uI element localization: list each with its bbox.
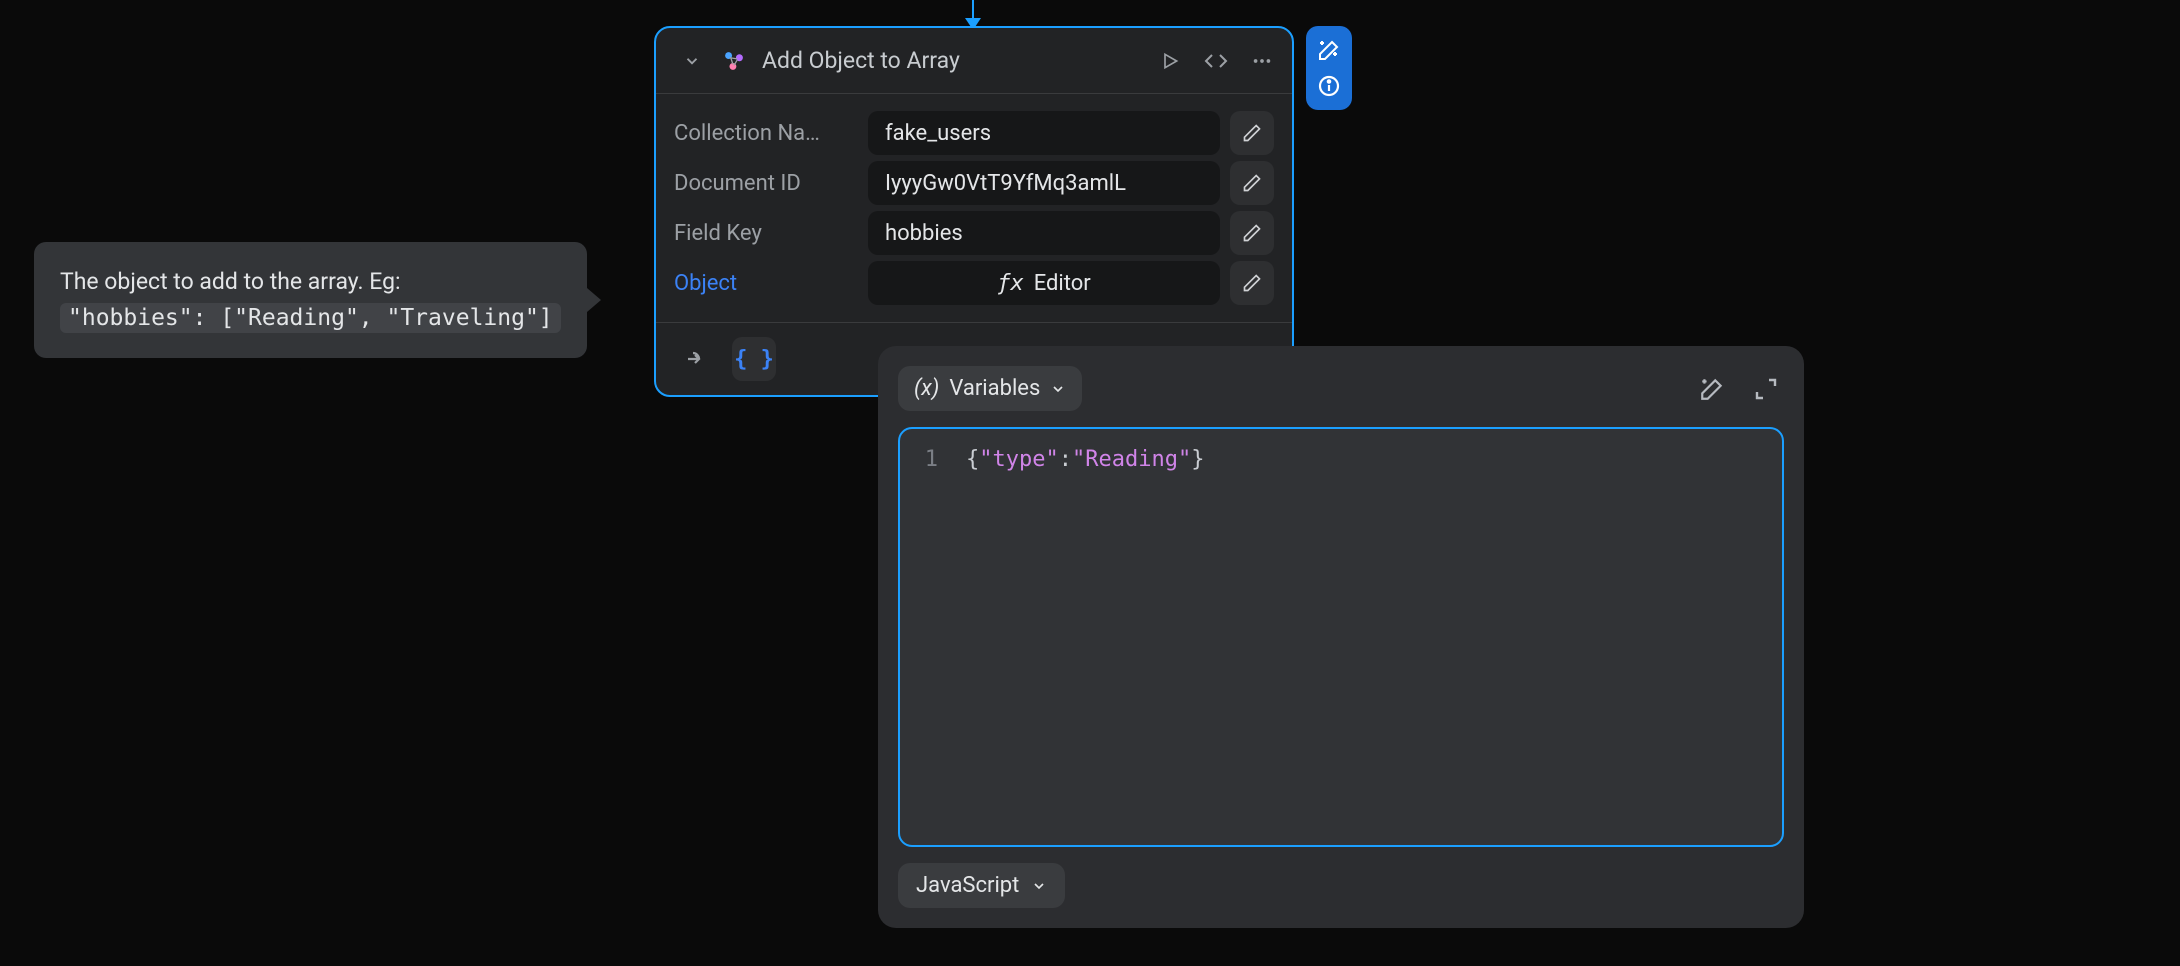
language-dropdown[interactable]: JavaScript [898,863,1065,908]
field-key-input[interactable]: hobbies [868,211,1220,255]
variables-dropdown[interactable]: (x) Variables [898,366,1082,411]
edit-collection-button[interactable] [1230,111,1274,155]
run-button[interactable] [1152,43,1188,79]
node-title: Add Object to Array [762,47,1142,74]
field-label: Object [674,271,858,296]
code-editor-panel: (x) Variables 1 {"type":"Reading"} JavaS… [878,346,1804,928]
field-row-document: Document ID IyyyGw0VtT9YfMq3amlL [674,158,1274,208]
edit-document-button[interactable] [1230,161,1274,205]
field-row-fieldkey: Field Key hobbies [674,208,1274,258]
magic-wand-icon [1315,36,1343,64]
side-toggle-pill[interactable] [1306,26,1352,110]
code-line: 1 {"type":"Reading"} [920,447,1762,472]
node-body: Collection Na… fake_users Document ID Iy… [656,94,1292,322]
field-row-collection: Collection Na… fake_users [674,108,1274,158]
chevron-down-icon [1031,878,1047,894]
integration-logo-icon [720,47,748,75]
collection-name-input[interactable]: fake_users [868,111,1220,155]
field-row-object: Object ƒx Editor [674,258,1274,308]
field-label: Document ID [674,171,858,196]
ai-assist-button[interactable] [1694,371,1730,407]
chevron-down-icon [1050,381,1066,397]
collapse-toggle[interactable] [674,43,710,79]
editor-toolbar: (x) Variables [898,366,1784,411]
expand-button[interactable] [1748,371,1784,407]
document-id-input[interactable]: IyyyGw0VtT9YfMq3amlL [868,161,1220,205]
tooltip-text: The object to add to the array. Eg: [60,268,401,295]
code-content: {"type":"Reading"} [966,447,1204,472]
edit-fieldkey-button[interactable] [1230,211,1274,255]
object-field-tooltip: The object to add to the array. Eg: "hob… [34,242,587,358]
field-label: Field Key [674,221,858,246]
more-menu-button[interactable] [1244,43,1280,79]
line-number: 1 [920,447,938,472]
fx-icon: ƒx [997,271,1024,296]
object-editor-button[interactable]: ƒx Editor [868,261,1220,305]
edit-object-button[interactable] [1230,261,1274,305]
branch-output-button[interactable] [674,337,718,381]
info-icon [1315,72,1343,100]
code-view-button[interactable] [1198,43,1234,79]
vars-prefix-icon: (x) [914,376,939,401]
tooltip-code: "hobbies": ["Reading", "Traveling"] [60,303,561,333]
editor-footer: JavaScript [898,863,1784,908]
field-label: Collection Na… [674,121,858,146]
incoming-connector [972,0,974,26]
node-panel: Add Object to Array Collection Na… fake_… [654,26,1294,397]
node-header: Add Object to Array [656,28,1292,94]
json-output-button[interactable]: { } [732,337,776,381]
code-editor-textarea[interactable]: 1 {"type":"Reading"} [898,427,1784,847]
